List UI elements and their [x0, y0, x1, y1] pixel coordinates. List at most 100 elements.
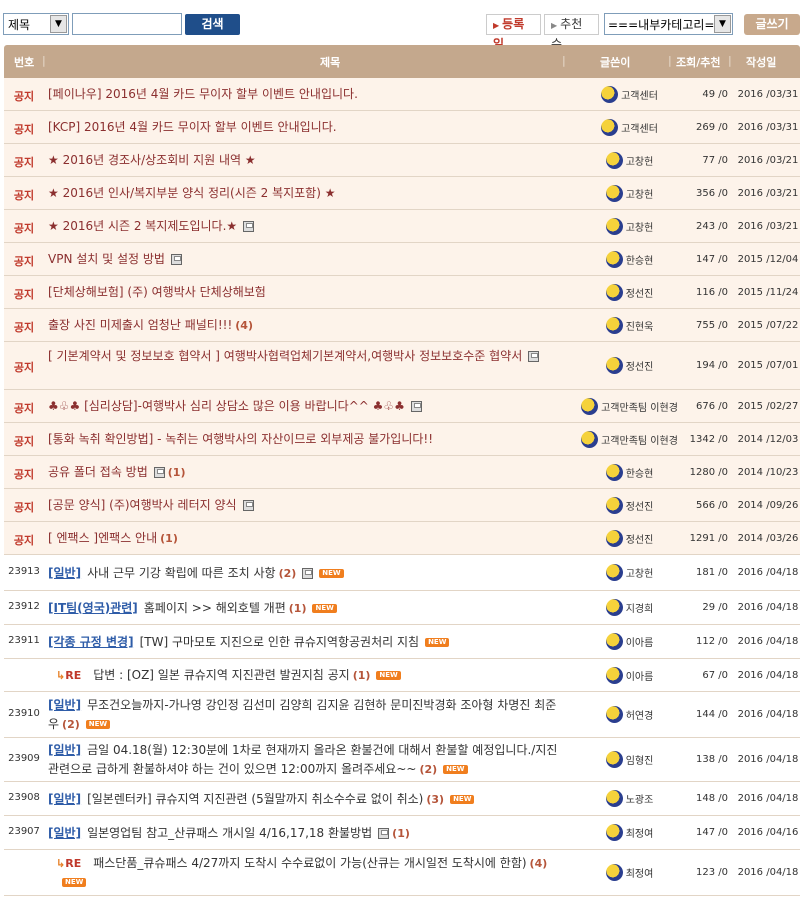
post-title[interactable]: ↳RE 답변 : [OZ] 일본 큐슈지역 지진관련 발권지침 공지 (1) NEW — [56, 666, 571, 685]
category-select[interactable]: ===내부카테고리== ▼ — [604, 13, 733, 35]
category-link[interactable]: [일반] — [48, 826, 81, 840]
post-author[interactable]: 이아름 — [572, 666, 687, 684]
post-number: 23908 — [8, 792, 40, 803]
post-title-text[interactable]: 패스단품_큐슈패스 4/27까지 도착시 수수료없이 가능(산큐는 개시일전 도… — [93, 856, 526, 870]
search-field-value: 제목 — [8, 18, 31, 32]
post-date: 2016 /04/18 — [737, 567, 799, 578]
post-author[interactable]: 고객센터 — [572, 85, 687, 103]
post-title-text[interactable]: 출장 사진 미제출시 엄청난 패널티!!! — [48, 318, 232, 332]
category-link[interactable]: [일반] — [48, 792, 81, 806]
post-author[interactable]: 고객센터 — [572, 118, 687, 136]
post-author[interactable]: 진현욱 — [572, 316, 687, 334]
post-title-text[interactable]: [KCP] 2016년 4월 카드 무이자 할부 이벤트 안내입니다. — [48, 120, 337, 134]
post-title-text[interactable]: ★ 2016년 경조사/상조회비 지원 내역 ★ — [48, 153, 256, 167]
post-title-text[interactable]: [페이나우] 2016년 4월 카드 무이자 할부 이벤트 안내입니다. — [48, 87, 358, 101]
post-title[interactable]: 공유 폴더 접속 방법 (1) — [48, 463, 563, 482]
post-title[interactable]: [단체상해보험] (주) 여행박사 단체상해보험 — [48, 283, 563, 302]
post-title-text[interactable]: 답변 : [OZ] 일본 큐슈지역 지진관련 발권지침 공지 — [93, 668, 350, 682]
post-author[interactable]: 최정여 — [572, 864, 687, 881]
post-author[interactable]: 고창헌 — [572, 217, 687, 235]
post-author[interactable]: 정선진 — [572, 496, 687, 514]
post-title[interactable]: [페이나우] 2016년 4월 카드 무이자 할부 이벤트 안내입니다. — [48, 85, 563, 104]
post-title-text[interactable]: VPN 설치 및 설정 방법 — [48, 252, 165, 266]
post-title-text[interactable]: 금일 04.18(월) 12:30분에 1차로 현재까지 올라온 환불건에 대해… — [48, 743, 557, 776]
post-number: 공지 — [13, 533, 35, 547]
post-title-text[interactable]: [공문 양식] (주)여행박사 레터지 양식 — [48, 498, 237, 512]
post-title[interactable]: [통화 녹취 확인방법] - 녹취는 여행박사의 자산이므로 외부제공 불가입니… — [48, 430, 563, 449]
post-title-text[interactable]: [단체상해보험] (주) 여행박사 단체상해보험 — [48, 285, 266, 299]
post-title-text[interactable]: ♣♧♣ [심리상담]-여행박사 심리 상담소 많은 이용 바랍니다^^ ♣♧♣ — [48, 399, 405, 413]
sort-by-date-button[interactable]: ▶ 등록일 — [486, 14, 541, 51]
post-title-text[interactable]: 사내 근무 기강 확립에 따른 조치 사항 — [87, 566, 276, 580]
post-title[interactable]: VPN 설치 및 설정 방법 — [48, 250, 563, 269]
post-title[interactable]: [일반] 일본영업팀 참고_산큐패스 개시일 4/16,17,18 환불방법 (1) — [48, 824, 563, 843]
post-title-text[interactable]: [ 기본계약서 및 정보보호 협약서 ] 여행박사협력업체기본계약서,여행박사 … — [48, 349, 522, 363]
post-title[interactable]: ★ 2016년 시즌 2 복지제도입니다.★ — [48, 217, 563, 236]
post-author[interactable]: 고창헌 — [572, 564, 687, 581]
post-title-text[interactable]: 일본영업팀 참고_산큐패스 개시일 4/16,17,18 환불방법 — [87, 826, 372, 840]
post-date: 2016 /04/18 — [737, 636, 799, 647]
table-row: 23907 [일반] 일본영업팀 참고_산큐패스 개시일 4/16,17,18 환불… — [4, 816, 800, 850]
post-title-text[interactable]: ★ 2016년 시즌 2 복지제도입니다.★ — [48, 219, 237, 233]
post-title-text[interactable]: [TW] 구마모토 지진으로 인한 큐슈지역항공권처리 지침 — [140, 635, 419, 649]
post-author[interactable]: 이아름 — [572, 633, 687, 650]
category-link[interactable]: [각종 규정 변경] — [48, 635, 134, 649]
author-name: 정선진 — [625, 362, 654, 373]
post-author[interactable]: 고객만족팀 이현경 — [572, 430, 687, 448]
category-link[interactable]: [일반] — [48, 743, 81, 757]
post-title[interactable]: [IT팀(영국)관련] 홈페이지 >> 해외호텔 개편 (1) NEW — [48, 599, 563, 618]
post-date: 2014 /10/23 — [737, 466, 799, 478]
post-title[interactable]: [공문 양식] (주)여행박사 레터지 양식 — [48, 496, 563, 515]
category-select-value: ===내부카테고리== — [608, 18, 725, 32]
category-link[interactable]: [IT팀(영국)관련] — [48, 601, 138, 615]
category-link[interactable]: [일반] — [48, 698, 81, 712]
post-views: 194 /0 — [696, 360, 728, 371]
post-date: 2016 /03/21 — [737, 154, 799, 166]
post-title-text[interactable]: 무조건오늘까지-가나영 강인정 김선미 김양희 김지윤 김현하 문미진박경화 조… — [48, 698, 556, 731]
post-title[interactable]: [일반] 금일 04.18(월) 12:30분에 1차로 현재까지 올라온 환불건… — [48, 741, 563, 779]
post-author[interactable]: 한승현 — [572, 463, 687, 481]
post-author[interactable]: 노광조 — [572, 790, 687, 807]
sort-by-recommend-button[interactable]: ▶ 추천수 — [544, 14, 599, 51]
post-author[interactable]: 임형진 — [572, 751, 687, 768]
post-title[interactable]: [ 엔팩스 ]엔팩스 안내 (1) — [48, 529, 563, 548]
post-title[interactable]: ★ 2016년 경조사/상조회비 지원 내역 ★ — [48, 151, 563, 170]
post-title[interactable]: [ 기본계약서 및 정보보호 협약서 ] 여행박사협력업체기본계약서,여행박사 … — [48, 347, 563, 366]
post-author[interactable]: 한승현 — [572, 250, 687, 268]
avatar-icon — [605, 529, 623, 547]
post-title-text[interactable]: [일본렌터카] 큐슈지역 지진관련 (5월말까지 취소수수료 없이 취소) — [87, 792, 423, 806]
search-button[interactable]: 검색 — [185, 14, 240, 35]
post-title-text[interactable]: 공유 폴더 접속 방법 — [48, 465, 148, 479]
post-title[interactable]: 출장 사진 미제출시 엄청난 패널티!!! (4) — [48, 316, 563, 335]
post-author[interactable]: 고창헌 — [572, 151, 687, 169]
post-title-text[interactable]: [ 엔팩스 ]엔팩스 안내 — [48, 531, 157, 545]
post-author[interactable]: 최정여 — [572, 824, 687, 841]
table-row: 공지 VPN 설치 및 설정 방법 한승현 147 /0 2015 /12/04 — [4, 243, 800, 276]
post-title[interactable]: ♣♧♣ [심리상담]-여행박사 심리 상담소 많은 이용 바랍니다^^ ♣♧♣ — [48, 397, 563, 416]
post-author[interactable]: 고객만족팀 이현경 — [572, 397, 687, 415]
post-author[interactable]: 정선진 — [572, 283, 687, 301]
post-title-text[interactable]: 홈페이지 >> 해외호텔 개편 — [144, 601, 286, 615]
post-number: 23907 — [8, 826, 40, 837]
post-title[interactable]: ↳RE 패스단품_큐슈패스 4/27까지 도착시 수수료없이 가능(산큐는 개시일… — [56, 854, 571, 892]
search-field-select[interactable]: 제목 ▼ — [3, 13, 69, 35]
post-title[interactable]: [일반] [일본렌터카] 큐슈지역 지진관련 (5월말까지 취소수수료 없이 취소… — [48, 790, 563, 809]
post-title[interactable]: [KCP] 2016년 4월 카드 무이자 할부 이벤트 안내입니다. — [48, 118, 563, 137]
post-title[interactable]: [각종 규정 변경] [TW] 구마모토 지진으로 인한 큐슈지역항공권처리 지침… — [48, 633, 563, 652]
post-author[interactable]: 지경희 — [572, 599, 687, 616]
search-input[interactable] — [72, 13, 182, 35]
post-author[interactable]: 고창헌 — [572, 184, 687, 202]
category-link[interactable]: [일반] — [48, 566, 81, 580]
write-button[interactable]: 글쓰기 — [744, 14, 800, 35]
post-number: 공지 — [13, 401, 35, 415]
header-title: 제목 — [320, 56, 341, 69]
post-title[interactable]: [일반] 무조건오늘까지-가나영 강인정 김선미 김양희 김지윤 김현하 문미진박… — [48, 696, 563, 734]
post-author[interactable]: 정선진 — [572, 357, 687, 374]
post-title-text[interactable]: [통화 녹취 확인방법] - 녹취는 여행박사의 자산이므로 외부제공 불가입니… — [48, 432, 433, 446]
post-title[interactable]: [일반] 사내 근무 기강 확립에 따른 조치 사항 (2) NEW — [48, 564, 563, 583]
post-author[interactable]: 허연경 — [572, 706, 687, 723]
post-author[interactable]: 정선진 — [572, 529, 687, 547]
reply-marker: ↳RE — [56, 669, 81, 682]
post-title-text[interactable]: ★ 2016년 인사/복지부분 양식 정리(시즌 2 복지포함) ★ — [48, 186, 335, 200]
post-title[interactable]: ★ 2016년 인사/복지부분 양식 정리(시즌 2 복지포함) ★ — [48, 184, 563, 203]
